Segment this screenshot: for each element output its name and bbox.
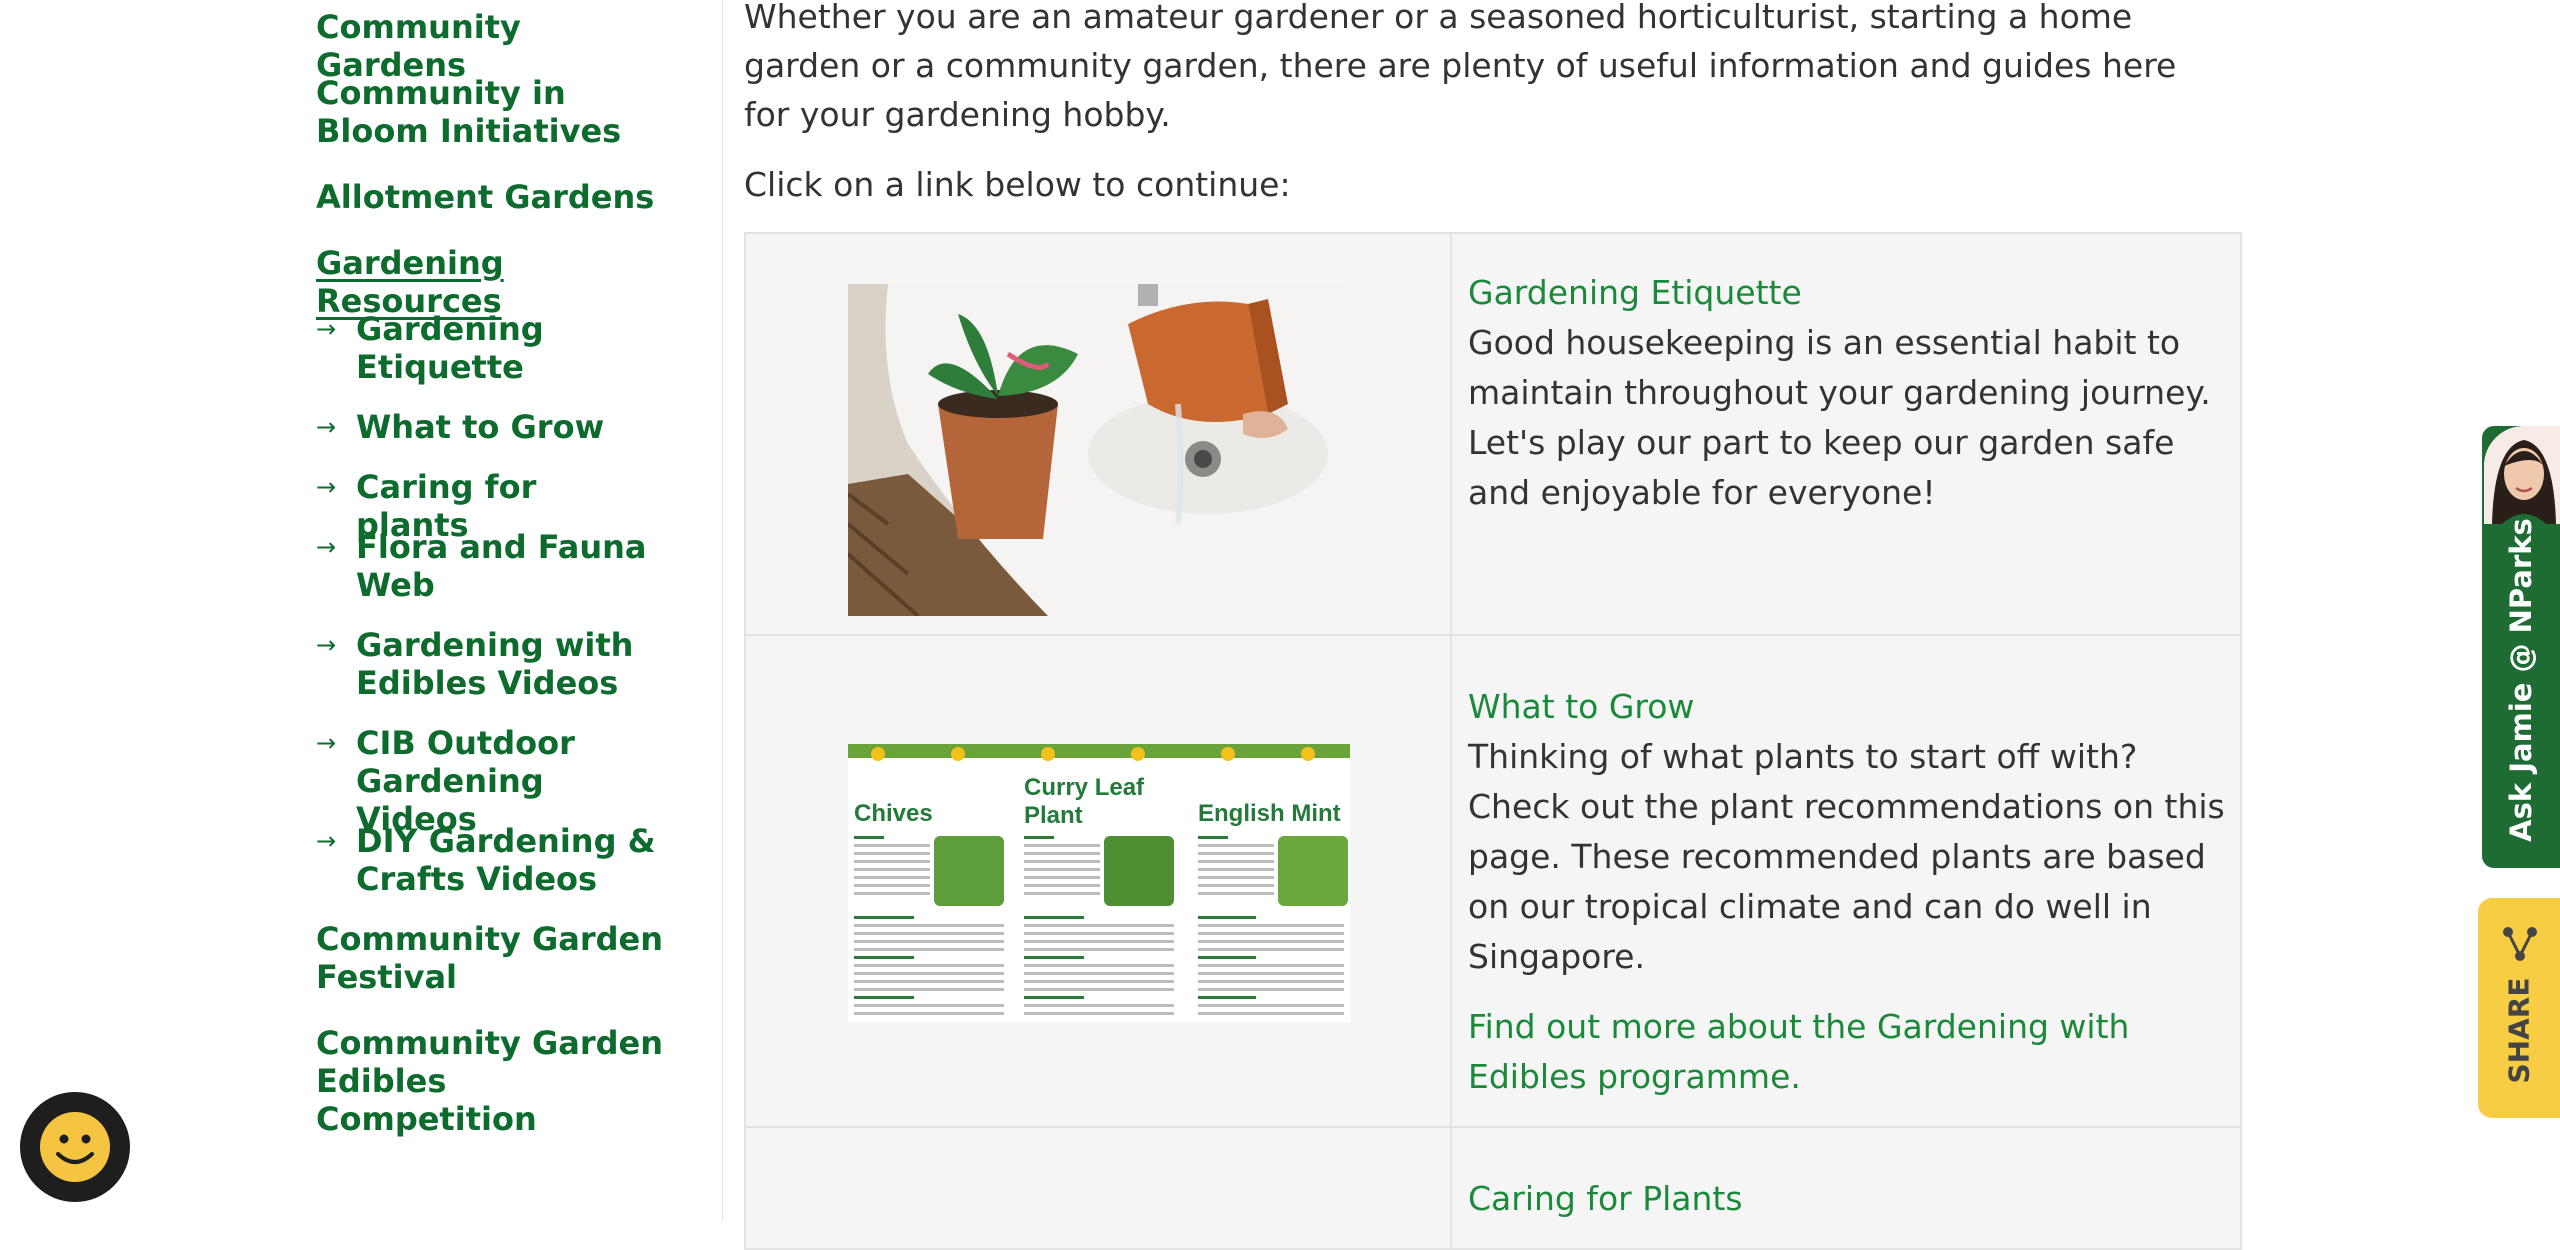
curry-leaf-photo — [1104, 836, 1174, 906]
gardening-etiquette-image[interactable] — [848, 284, 1350, 616]
sidebar-subitem-label: What to Grow — [356, 408, 605, 446]
text-cell: Caring for Plants — [1468, 1174, 2228, 1224]
ask-jamie-label: Ask Jamie @ NParks — [2504, 518, 2539, 842]
sidebar-subitem-cib-outdoor-videos[interactable]: → CIB Outdoor Gardening Videos — [316, 724, 676, 838]
intro-paragraph: Whether you are an amateur gardener or a… — [744, 0, 2177, 134]
caring-for-plants-link[interactable]: Caring for Plants — [1468, 1174, 2228, 1224]
poster-col-title: Curry Leaf Plant — [1024, 774, 1145, 829]
table-row: Caring for Plants — [746, 1128, 2240, 1248]
image-cell: Chives Curry Leaf Plant English Mint — [746, 636, 1452, 1126]
sidebar-subitem-what-to-grow[interactable]: → What to Grow — [316, 408, 676, 446]
sidebar-subitem-label: Gardening Etiquette — [356, 310, 544, 386]
mint-photo — [1278, 836, 1348, 906]
sidebar-subitem-gardening-etiquette[interactable]: → Gardening Etiquette — [316, 310, 676, 386]
what-to-grow-poster[interactable]: Chives Curry Leaf Plant English Mint — [848, 744, 1350, 1022]
jamie-avatar — [2484, 426, 2560, 524]
sidebar-item-community-gardens[interactable]: Community Gardens — [316, 8, 676, 84]
sidebar-item-edibles-competition[interactable]: Community Garden Edibles Competition — [316, 1024, 676, 1138]
chives-photo — [934, 836, 1004, 906]
arrow-right-icon: → — [316, 315, 337, 343]
arrow-right-icon: → — [316, 533, 337, 561]
smiley-face-icon — [38, 1110, 112, 1184]
gardening-etiquette-link[interactable]: Gardening Etiquette — [1468, 268, 2228, 318]
arrow-right-icon: → — [316, 631, 337, 659]
text-cell: What to Grow Thinking of what plants to … — [1468, 682, 2228, 1102]
arrow-right-icon: → — [316, 729, 337, 757]
what-to-grow-description: Thinking of what plants to start off wit… — [1468, 737, 2225, 976]
share-label: SHARE — [2502, 977, 2536, 1083]
arrow-right-icon: → — [316, 413, 337, 441]
poster-col-title: Chives — [854, 800, 933, 827]
sidebar: Community Gardens Community in Bloom Ini… — [0, 0, 723, 1220]
image-cell — [746, 1128, 1452, 1248]
what-to-grow-link[interactable]: What to Grow — [1468, 682, 2228, 732]
sidebar-item-allotment-gardens[interactable]: Allotment Gardens — [316, 178, 676, 216]
table-row: Chives Curry Leaf Plant English Mint Wha… — [746, 636, 2240, 1128]
gardening-edibles-programme-link[interactable]: Find out more about the Gardening with E… — [1468, 1002, 2228, 1102]
sidebar-item-community-in-bloom[interactable]: Community in Bloom Initiatives — [316, 74, 676, 150]
sidebar-subitem-label: DIY Gardening & Crafts Videos — [356, 822, 656, 898]
sidebar-subitem-label: CIB Outdoor Gardening Videos — [356, 724, 575, 838]
sidebar-subitem-caring-for-plants[interactable]: → Caring for plants — [316, 468, 676, 544]
gardening-etiquette-description: Good housekeeping is an essential habit … — [1468, 323, 2211, 512]
sidebar-subitem-diy-gardening-videos[interactable]: → DIY Gardening & Crafts Videos — [316, 822, 676, 898]
arrow-right-icon: → — [316, 827, 337, 855]
table-row: Gardening Etiquette Good housekeeping is… — [746, 234, 2240, 636]
cta-text: Click on a link below to continue: — [744, 165, 1291, 204]
resources-table: Gardening Etiquette Good housekeeping is… — [744, 232, 2242, 1250]
poster-col-title: English Mint — [1198, 800, 1341, 827]
sidebar-subitem-label: Gardening with Edibles Videos — [356, 626, 634, 702]
text-cell: Gardening Etiquette Good housekeeping is… — [1468, 268, 2228, 518]
sidebar-item-community-garden-festival[interactable]: Community Garden Festival — [316, 920, 676, 996]
sidebar-subitem-gardening-edibles-videos[interactable]: → Gardening with Edibles Videos — [316, 626, 676, 702]
arrow-right-icon: → — [316, 473, 337, 501]
sidebar-subitem-label: Flora and Fauna Web — [356, 528, 647, 604]
sidebar-item-gardening-resources[interactable]: Gardening Resources — [316, 244, 676, 320]
sidebar-subitem-flora-fauna-web[interactable]: → Flora and Fauna Web — [316, 528, 676, 604]
image-cell — [746, 234, 1452, 634]
